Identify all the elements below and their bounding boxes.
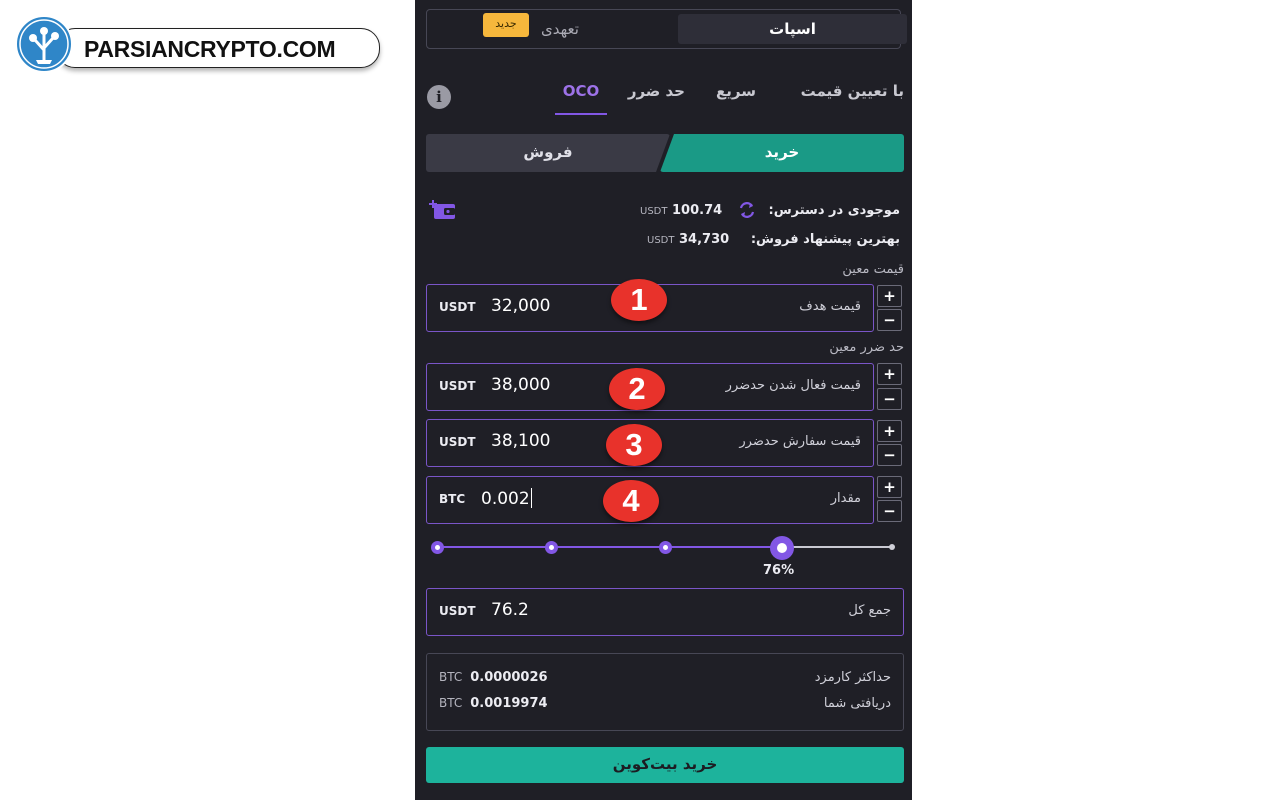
tab-oco[interactable]: OCO <box>555 82 607 100</box>
tab-spot[interactable]: اسپات <box>678 14 907 44</box>
amount-label: مقدار <box>830 491 861 506</box>
receive-value: BTC 0.0019974 <box>439 696 548 711</box>
amount-value[interactable]: 0.002 <box>481 488 532 509</box>
marker-3: 3 <box>606 424 662 466</box>
total-unit: USDT <box>439 604 476 618</box>
slider-step-0[interactable] <box>431 541 444 554</box>
amount-unit: BTC <box>439 492 466 506</box>
best-offer-label: بهترین پیشنهاد فروش: <box>750 232 900 247</box>
amount-minus-button[interactable]: − <box>877 500 902 522</box>
info-icon[interactable]: i <box>427 85 451 109</box>
trigger-plus-button[interactable]: + <box>877 363 902 385</box>
receive-label: دریافتی شما <box>823 696 891 711</box>
max-fee-unit: BTC <box>439 670 463 684</box>
section-stop-loss: حد ضرر معین <box>829 340 904 355</box>
best-offer-unit: USDT <box>647 235 675 246</box>
new-badge: جدید <box>483 13 529 37</box>
tab-limit-order[interactable]: با تعیین قیمت <box>801 82 904 100</box>
market-type-tabs: اسپات تعهدی جدید <box>426 9 907 49</box>
trigger-price-label: قیمت فعال شدن حدضرر <box>725 378 861 393</box>
marker-1: 1 <box>611 279 667 321</box>
balance-value: USDT 100.74 <box>640 203 723 218</box>
stop-order-price-value[interactable]: 38,100 <box>491 431 550 451</box>
slider-step-25[interactable] <box>545 541 558 554</box>
buy-side-tab[interactable]: خرید <box>660 134 904 172</box>
fee-summary: حداکثر کارمزد BTC 0.0000026 دریافتی شما B… <box>426 653 904 731</box>
brand-logo-icon <box>15 15 73 73</box>
slider-step-100[interactable] <box>889 544 895 550</box>
target-price-label: قیمت هدف <box>799 299 861 314</box>
stop-order-price-unit: USDT <box>439 435 476 449</box>
sell-side-tab[interactable]: فروش <box>426 134 670 172</box>
percent-slider-thumb[interactable] <box>770 536 794 560</box>
trigger-price-unit: USDT <box>439 379 476 393</box>
target-price-unit: USDT <box>439 300 476 314</box>
marker-2: 2 <box>609 368 665 410</box>
balance-label: موجودی در دسترس: <box>768 203 901 218</box>
buy-bitcoin-button[interactable]: خرید بیت‌کوین <box>426 747 904 783</box>
slider-percent-label: 76% <box>763 563 795 578</box>
best-offer-value: USDT 34,730 <box>647 232 730 247</box>
target-price-value[interactable]: 32,000 <box>491 296 550 316</box>
percent-slider-fill <box>437 546 783 548</box>
stop-order-plus-button[interactable]: + <box>877 420 902 442</box>
balance-unit: USDT <box>640 206 668 217</box>
total-value[interactable]: 76.2 <box>491 600 529 620</box>
marker-4: 4 <box>603 480 659 522</box>
active-tab-indicator <box>555 113 607 115</box>
tab-margin[interactable]: تعهدی <box>442 14 678 44</box>
tab-stop-loss[interactable]: حد ضرر <box>628 82 685 100</box>
refresh-icon[interactable] <box>737 201 757 219</box>
target-minus-button[interactable]: − <box>877 309 902 331</box>
trigger-price-value[interactable]: 38,000 <box>491 375 550 395</box>
slider-step-50[interactable] <box>659 541 672 554</box>
stop-order-minus-button[interactable]: − <box>877 444 902 466</box>
tab-market-order[interactable]: سریع <box>716 82 756 100</box>
watermark: PARSIANCRYPTO.COM <box>14 14 380 74</box>
stop-order-price-label: قیمت سفارش حدضرر <box>739 434 861 449</box>
target-plus-button[interactable]: + <box>877 285 902 307</box>
section-limit-price: قیمت معین <box>842 262 904 277</box>
text-caret <box>530 488 532 508</box>
watermark-text: PARSIANCRYPTO.COM <box>84 36 336 62</box>
receive-unit: BTC <box>439 696 463 710</box>
max-fee-value: BTC 0.0000026 <box>439 670 548 685</box>
total-label: جمع کل <box>848 603 891 618</box>
amount-plus-button[interactable]: + <box>877 476 902 498</box>
total-field[interactable]: جمع کل USDT 76.2 <box>426 588 904 636</box>
max-fee-label: حداکثر کارمزد <box>814 670 891 685</box>
order-panel: اسپات تعهدی جدید با تعیین قیمت سریع حد ض… <box>415 0 912 800</box>
trigger-minus-button[interactable]: − <box>877 388 902 410</box>
wallet-add-icon[interactable] <box>429 199 457 221</box>
